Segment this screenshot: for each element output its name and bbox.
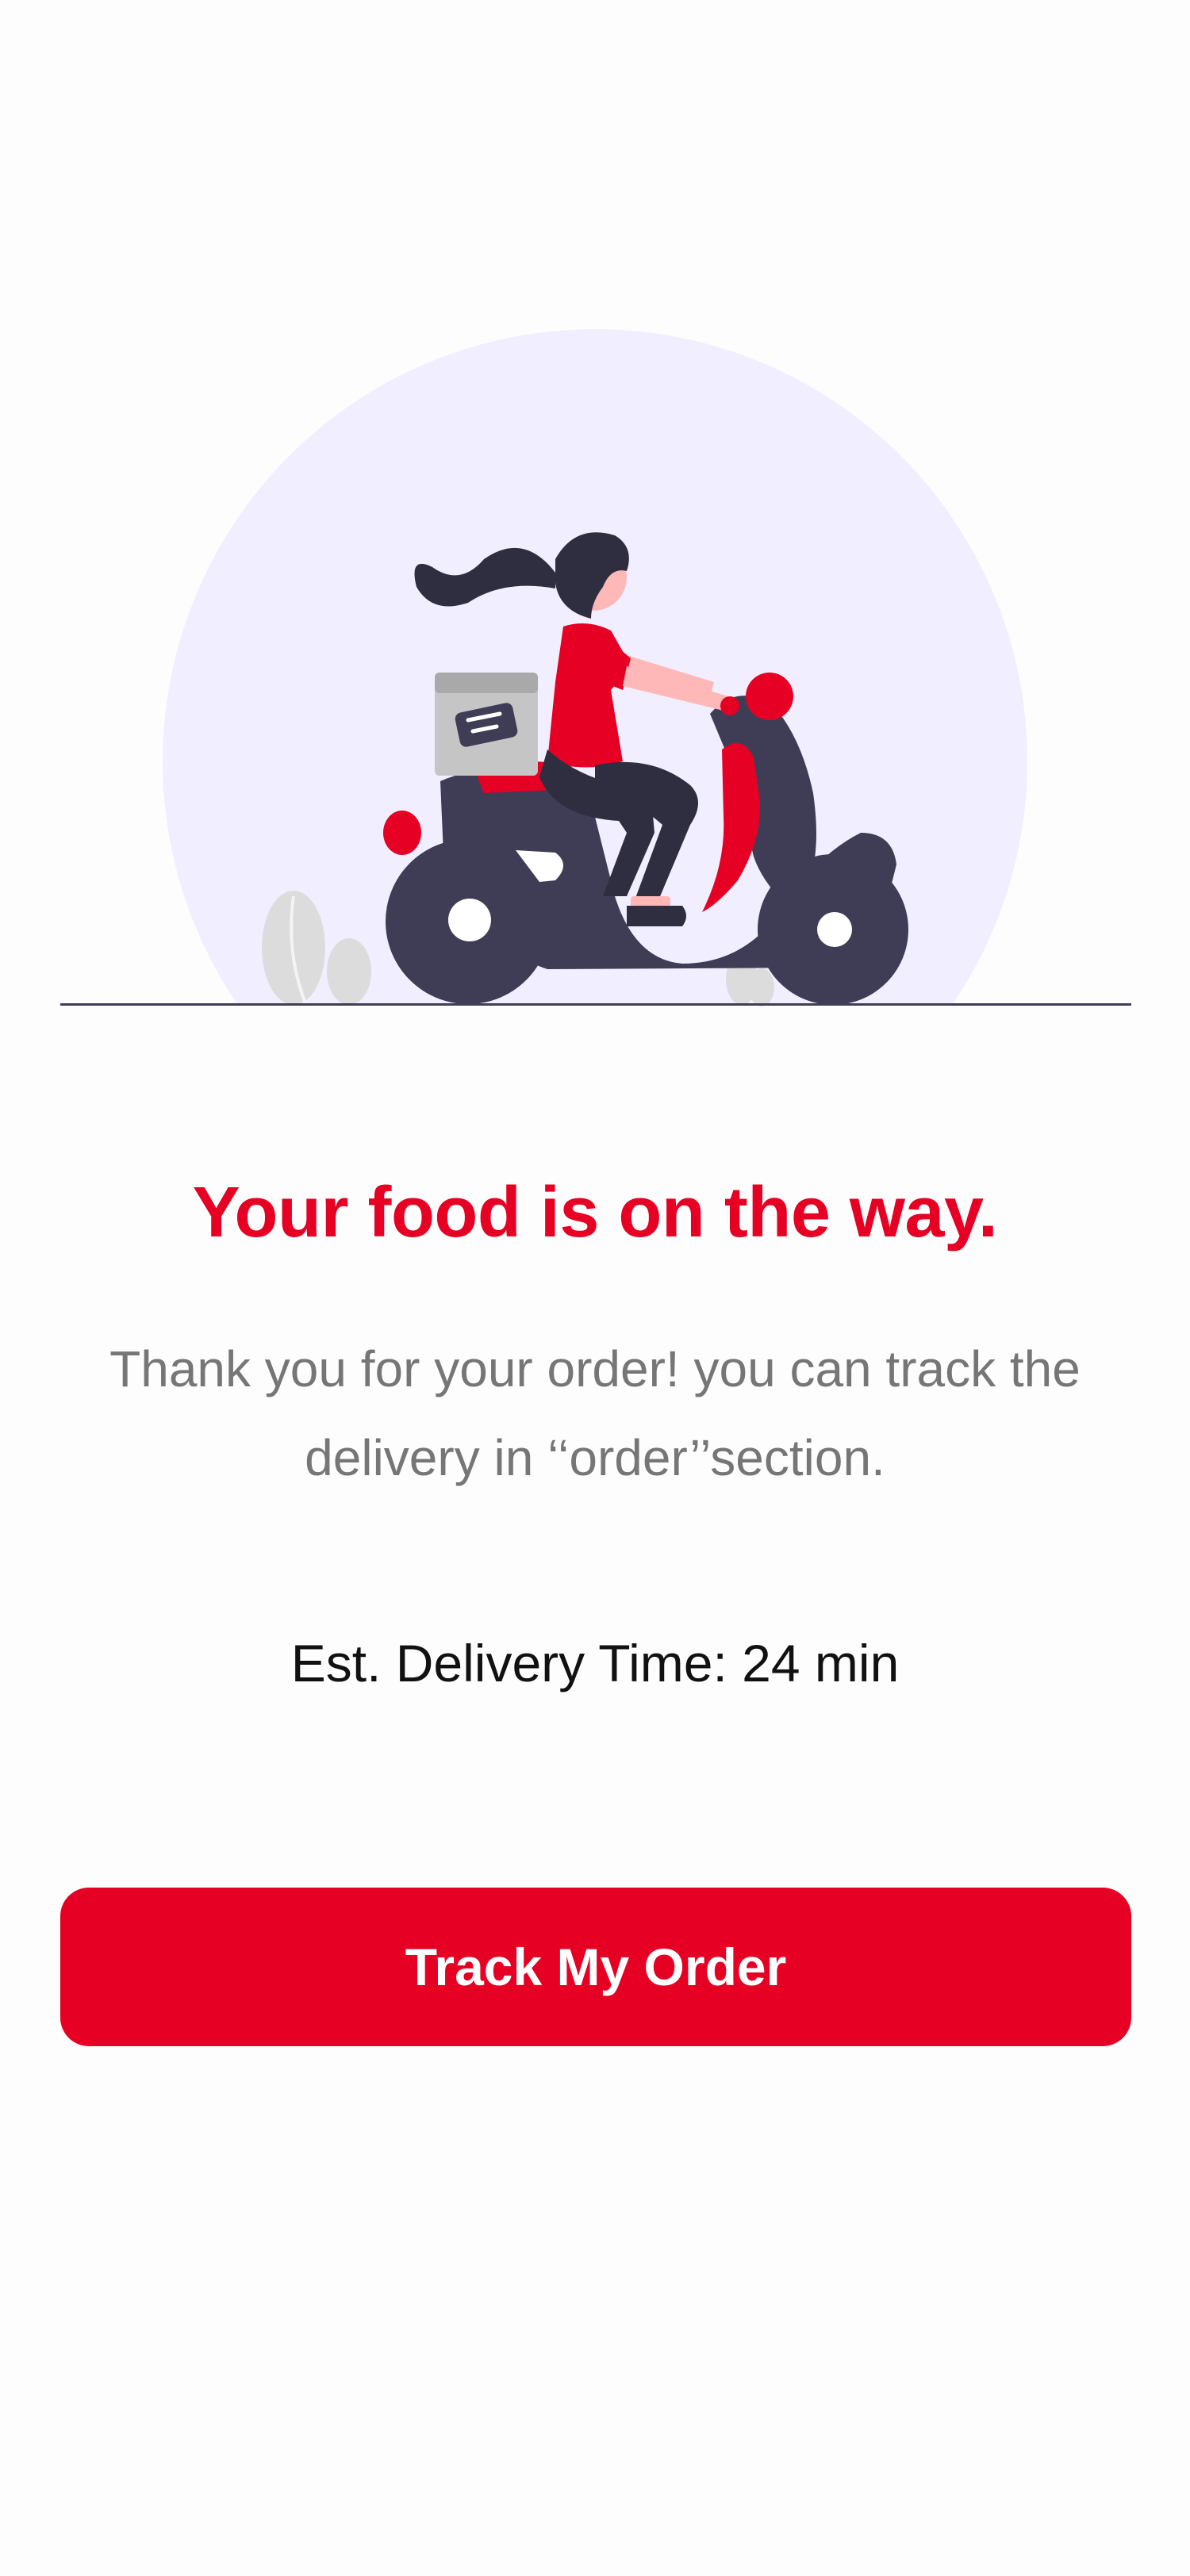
delivery-scooter-icon [163,329,1027,1006]
delivery-illustration [0,0,1190,1031]
delivery-time-value: 24 min [742,1634,900,1692]
delivery-time: Est. Delivery Time: 24 min [0,1632,1190,1695]
ground-line [60,1003,1131,1006]
page-title: Your food is on the way. [192,1173,998,1252]
delivery-box-icon [435,673,538,776]
track-order-button[interactable]: Track My Order [60,1888,1131,2046]
confirmation-message: Thank you for your order! you can track … [109,1340,1081,1486]
delivery-time-label: Est. Delivery Time: [290,1634,727,1692]
